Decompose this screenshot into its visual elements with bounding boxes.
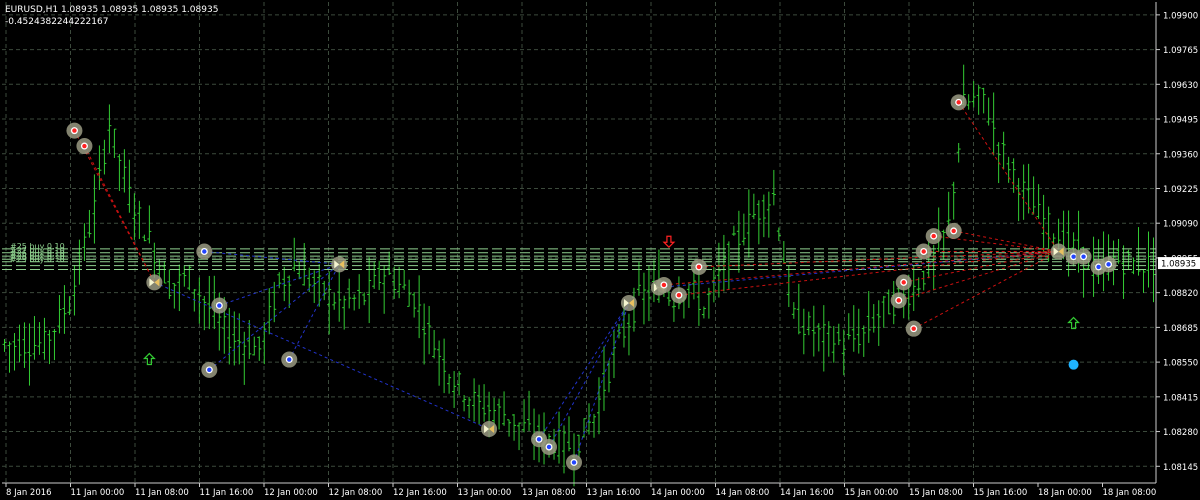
buy-marker-icon bbox=[202, 249, 207, 254]
time-tick-label: 13 Jan 00:00 bbox=[458, 488, 512, 498]
down-arrow-icon bbox=[662, 235, 676, 249]
time-tick-label: 14 Jan 00:00 bbox=[651, 488, 705, 498]
price-tick-label: 1.08280 bbox=[1163, 428, 1198, 438]
time-tick-label: 11 Jan 08:00 bbox=[135, 488, 189, 498]
indicator-value-line: -0.4524382244222167 bbox=[5, 17, 109, 27]
sell-marker-icon bbox=[82, 143, 87, 149]
price-tick-label: 1.09495 bbox=[1163, 116, 1198, 126]
buy-marker-icon bbox=[207, 367, 212, 373]
buy-marker-icon bbox=[546, 444, 552, 450]
price-tick-label: 1.08685 bbox=[1163, 324, 1198, 334]
trading-chart[interactable]: 1.09900 1.09765 1.09630 1.09495 1.09360 1.092… bbox=[0, 0, 1200, 500]
current-price-label: 1.08935 bbox=[1161, 260, 1196, 270]
price-tick-label: 1.09360 bbox=[1163, 150, 1198, 160]
signal-dot bbox=[1068, 359, 1079, 370]
buy-marker-icon bbox=[287, 357, 292, 362]
time-tick-label: 13 Jan 16:00 bbox=[587, 488, 641, 498]
buy-marker-icon bbox=[1096, 264, 1101, 270]
sell-marker-icon bbox=[911, 326, 916, 331]
sell-marker-icon bbox=[921, 249, 926, 254]
order-label: #29 buy 0.10 bbox=[10, 254, 65, 264]
trade-link-line bbox=[953, 230, 1059, 252]
price-tick-label: 1.08145 bbox=[1163, 463, 1198, 473]
time-tick-label: 11 Jan 00:00 bbox=[71, 488, 125, 498]
buy-marker-icon bbox=[1106, 262, 1111, 267]
sell-marker-icon bbox=[661, 282, 667, 288]
time-tick-label: 18 Jan 00:00 bbox=[1038, 488, 1092, 498]
price-tick-label: 1.09900 bbox=[1163, 11, 1198, 21]
price-tick-label: 1.08550 bbox=[1163, 359, 1198, 369]
price-tick-label: 1.08415 bbox=[1163, 393, 1198, 403]
time-tick-label: 8 Jan 2016 bbox=[6, 488, 52, 498]
sell-marker-icon bbox=[956, 100, 961, 105]
time-tick-label: 11 Jan 16:00 bbox=[200, 488, 254, 498]
time-tick-label: 12 Jan 00:00 bbox=[264, 488, 318, 498]
trade-marker-ring bbox=[1050, 243, 1067, 260]
time-tick-label: 18 Jan 08:00 bbox=[1103, 488, 1157, 498]
up-arrow-icon bbox=[1067, 316, 1081, 330]
price-tick-label: 1.09765 bbox=[1163, 46, 1198, 56]
price-tick-label: 1.08820 bbox=[1163, 289, 1198, 299]
time-tick-label: 15 Jan 08:00 bbox=[909, 488, 963, 498]
time-tick-label: 12 Jan 08:00 bbox=[329, 488, 383, 498]
sell-marker-icon bbox=[696, 264, 702, 270]
up-arrow-icon bbox=[142, 352, 156, 366]
price-tick-label: 1.09630 bbox=[1163, 81, 1198, 91]
time-tick-label: 14 Jan 08:00 bbox=[716, 488, 770, 498]
time-tick-label: 13 Jan 08:00 bbox=[522, 488, 576, 498]
sell-marker-icon bbox=[951, 228, 956, 234]
time-tick-label: 15 Jan 16:00 bbox=[974, 488, 1028, 498]
trade-link-line bbox=[573, 302, 630, 463]
price-tick-label: 1.09090 bbox=[1163, 220, 1198, 230]
buy-marker-icon bbox=[571, 460, 577, 465]
sell-marker-icon bbox=[931, 233, 936, 239]
buy-marker-icon bbox=[536, 437, 542, 442]
time-tick-label: 15 Jan 00:00 bbox=[845, 488, 899, 498]
buy-marker-icon bbox=[217, 303, 222, 308]
time-tick-label: 14 Jan 16:00 bbox=[780, 488, 834, 498]
sell-marker-icon bbox=[676, 293, 682, 298]
symbol-info-line: EURUSD,H1 1.08935 1.08935 1.08935 1.0893… bbox=[5, 5, 219, 15]
sell-marker-icon bbox=[896, 298, 901, 303]
trade-link-line bbox=[678, 251, 1059, 296]
buy-marker-icon bbox=[1081, 254, 1086, 259]
sell-marker-icon bbox=[72, 128, 77, 133]
buy-marker-icon bbox=[1071, 254, 1076, 259]
price-tick-label: 1.09225 bbox=[1163, 185, 1198, 195]
chart-canvas[interactable]: 1.09900 1.09765 1.09630 1.09495 1.09360 1.092… bbox=[0, 0, 1200, 500]
time-tick-label: 12 Jan 16:00 bbox=[393, 488, 447, 498]
sell-marker-icon bbox=[901, 280, 906, 285]
